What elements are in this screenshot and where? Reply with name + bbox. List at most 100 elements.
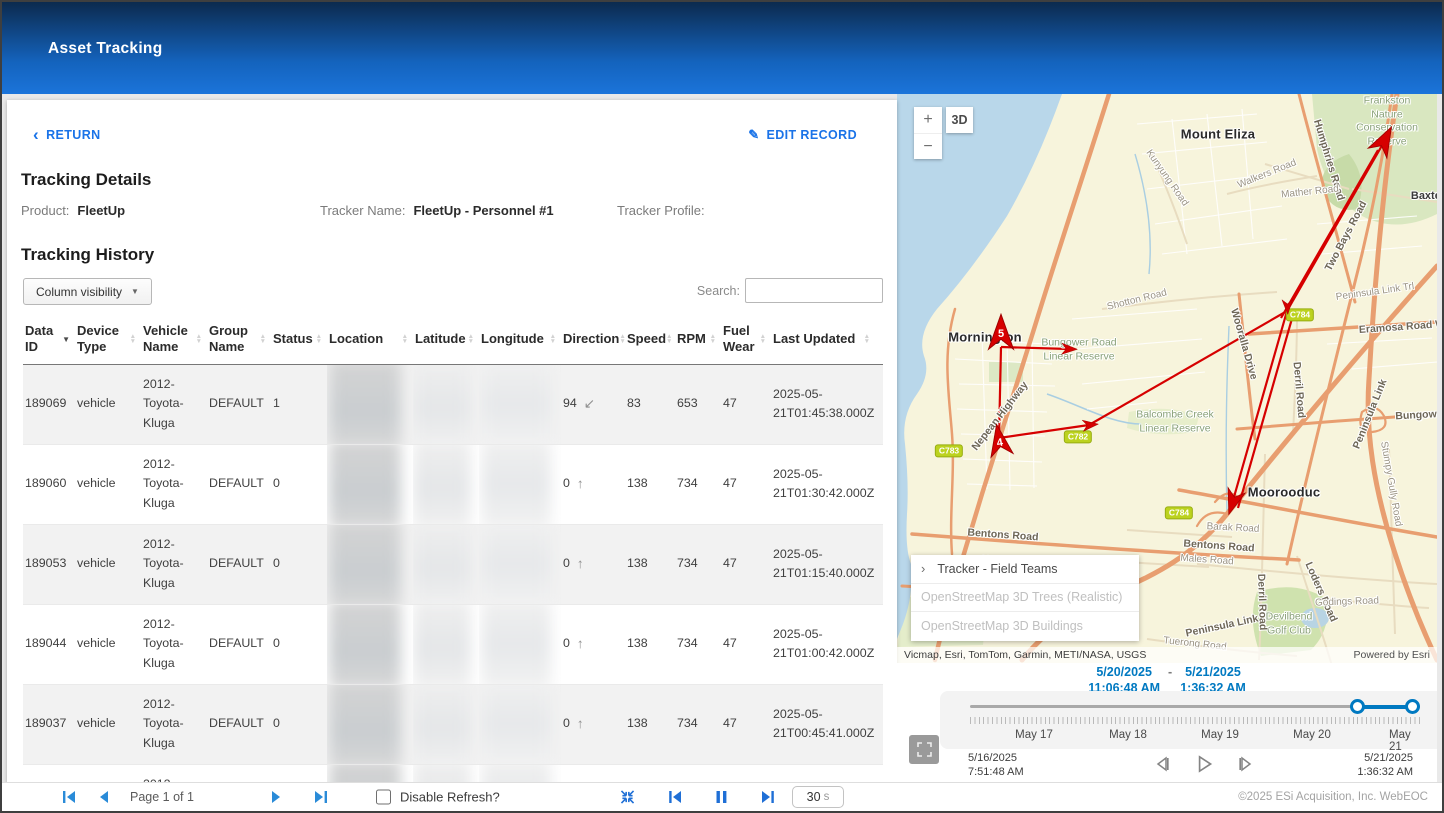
column-header-longitude[interactable]: Longitude▲▼ <box>479 315 561 364</box>
table-row[interactable]: 2012-Toyota-Kluga <box>23 765 883 784</box>
layer-item[interactable]: OpenStreetMap 3D Buildings <box>911 612 1139 641</box>
column-header-speed[interactable]: Speed▲▼ <box>625 315 675 364</box>
first-page-button[interactable] <box>60 789 78 805</box>
cell-speed: 138 <box>625 445 675 524</box>
column-label: Fuel Wear <box>723 323 760 356</box>
direction-value: 0 <box>563 634 570 653</box>
track-arrow-marker[interactable] <box>1080 417 1099 433</box>
cell-direction: 0↑ <box>561 525 625 604</box>
sort-icon: ▲▼ <box>260 334 268 345</box>
redacted-longitude <box>481 365 551 444</box>
tracking-history-table: Data ID▼Device Type▲▼Vehicle Name▲▼Group… <box>23 315 883 783</box>
cell-status <box>271 765 327 784</box>
map-view[interactable]: Mount ElizaMorningtonMoorooducBaxterFran… <box>897 94 1437 663</box>
direction-arrow-icon: ↙ <box>584 394 595 415</box>
direction-arrow-icon: ↑ <box>577 554 584 575</box>
fullscreen-icon <box>917 742 932 757</box>
track-arrow-marker[interactable]: 4 <box>983 421 1016 461</box>
expand-button[interactable] <box>909 735 939 764</box>
cell-fuel-wear <box>721 765 771 784</box>
search-input[interactable] <box>745 278 883 303</box>
chevron-right-icon[interactable]: › <box>921 561 925 576</box>
table-row[interactable]: 189037vehicle2012-Toyota-KlugaDEFAULT00↑… <box>23 685 883 765</box>
table-row[interactable]: 189044vehicle2012-Toyota-KlugaDEFAULT00↑… <box>23 605 883 685</box>
arrow-icon <box>1080 417 1099 433</box>
play-button[interactable] <box>1193 753 1215 775</box>
axis-label: May 17 <box>1015 729 1053 741</box>
disable-refresh-checkbox[interactable] <box>376 790 391 805</box>
column-header-location[interactable]: Location▲▼ <box>327 315 413 364</box>
track-arrow-marker[interactable] <box>1060 342 1078 357</box>
cell-status: 0 <box>271 525 327 604</box>
cell-speed: 138 <box>625 685 675 764</box>
column-header-last-updated[interactable]: Last Updated▲▼ <box>771 315 875 364</box>
column-header-group-name[interactable]: Group Name▲▼ <box>207 315 271 364</box>
track-arrow-marker[interactable] <box>1280 297 1294 314</box>
last-page-button[interactable] <box>312 789 330 805</box>
cell-rpm: 734 <box>675 685 721 764</box>
cell-rpm: 653 <box>675 365 721 444</box>
map-3d-button[interactable]: 3D <box>946 107 973 133</box>
cell-device-type: vehicle <box>75 685 141 764</box>
edit-record-button[interactable]: ✎ EDIT RECORD <box>748 127 857 143</box>
refresh-first-button[interactable] <box>666 789 684 805</box>
search-label: Search: <box>697 284 740 298</box>
sort-icon: ▼ <box>62 337 72 343</box>
column-visibility-button[interactable]: Column visibility ▼ <box>23 278 152 305</box>
column-header-rpm[interactable]: RPM▲▼ <box>675 315 721 364</box>
cell-speed: 138 <box>625 525 675 604</box>
column-header-fuel-wear[interactable]: Fuel Wear▲▼ <box>721 315 771 364</box>
slider-handle-start[interactable] <box>1350 699 1365 714</box>
redacted-longitude <box>481 445 551 524</box>
slider-handle-end[interactable] <box>1405 699 1420 714</box>
previous-page-button[interactable] <box>96 789 112 805</box>
cell-direction: 0↑ <box>561 445 625 524</box>
column-label: Longitude <box>481 331 544 347</box>
cell-device-type: vehicle <box>75 605 141 684</box>
refresh-last-button[interactable] <box>759 789 777 805</box>
zoom-out-button[interactable]: − <box>914 133 942 159</box>
cell-latitude <box>413 525 479 604</box>
column-header-status[interactable]: Status▲▼ <box>271 315 327 364</box>
cell-rpm <box>675 765 721 784</box>
cell-speed: 138 <box>625 605 675 684</box>
table-row[interactable]: 189053vehicle2012-Toyota-KlugaDEFAULT00↑… <box>23 525 883 605</box>
route-shield: C784 <box>1165 506 1193 519</box>
collapse-button[interactable] <box>619 789 636 806</box>
cell-direction: 0↑ <box>561 605 625 684</box>
column-header-vehicle-name[interactable]: Vehicle Name▲▼ <box>141 315 207 364</box>
column-header-direction[interactable]: Direction▲▼ <box>561 315 625 364</box>
layer-item[interactable]: OpenStreetMap 3D Trees (Realistic) <box>911 584 1139 613</box>
cell-fuel-wear: 47 <box>721 685 771 764</box>
table-row[interactable]: 189069vehicle2012-Toyota-KlugaDEFAULT194… <box>23 365 883 445</box>
copyright-text: ©2025 ESi Acquisition, Inc. WebEOC <box>1238 791 1428 803</box>
sort-icon: ▲▼ <box>760 334 768 345</box>
slider-selected-segment[interactable] <box>1357 705 1412 709</box>
track-arrow-marker[interactable]: 5 <box>986 313 1016 353</box>
return-button[interactable]: ‹ RETURN <box>33 127 101 143</box>
redacted-longitude <box>481 605 551 684</box>
column-header-device-type[interactable]: Device Type▲▼ <box>75 315 141 364</box>
cell-location <box>327 605 413 684</box>
cell-last-updated: 2025-05-21T01:30:42.000Z <box>771 445 875 524</box>
tracking-history-heading: Tracking History <box>21 245 883 265</box>
cell-direction: 0↑ <box>561 685 625 764</box>
step-forward-button[interactable] <box>1236 754 1256 774</box>
pause-refresh-button[interactable] <box>714 789 729 805</box>
refresh-interval-input[interactable]: 30 s <box>792 786 844 808</box>
page-indicator: Page 1 of 1 <box>130 790 194 804</box>
cell-vehicle-name: 2012-Toyota-Kluga <box>141 365 207 444</box>
column-header-data-id[interactable]: Data ID▼ <box>23 315 75 364</box>
column-header-latitude[interactable]: Latitude▲▼ <box>413 315 479 364</box>
cell-group-name: DEFAULT <box>207 525 271 604</box>
sort-icon: ▲▼ <box>130 334 138 345</box>
table-row[interactable]: 189060vehicle2012-Toyota-KlugaDEFAULT00↑… <box>23 445 883 525</box>
column-label: Location <box>329 331 383 347</box>
cell-direction <box>561 765 625 784</box>
column-label: Group Name <box>209 323 260 356</box>
layer-item[interactable]: ›Tracker - Field Teams <box>911 555 1139 584</box>
step-back-button[interactable] <box>1152 754 1172 774</box>
product-field: Product: FleetUp <box>21 203 320 218</box>
zoom-in-button[interactable]: + <box>914 107 942 133</box>
next-page-button[interactable] <box>268 789 284 805</box>
